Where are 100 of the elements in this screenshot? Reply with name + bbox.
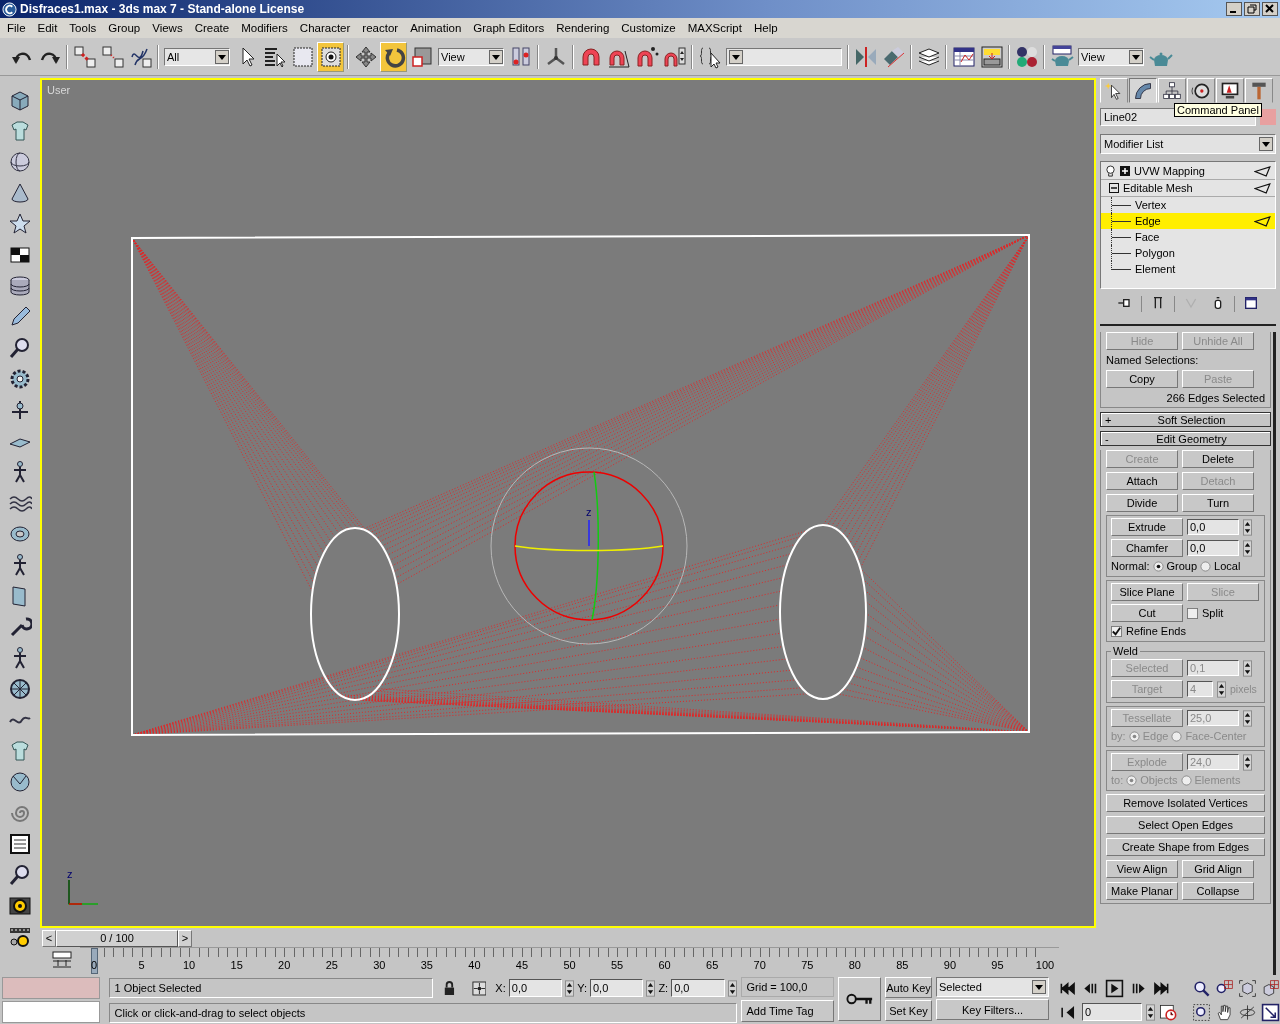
command-button[interactable]: Collapse: [1182, 882, 1254, 900]
triangle-icon[interactable]: [1254, 182, 1271, 194]
current-frame-marker[interactable]: [91, 948, 98, 974]
command-button[interactable]: Make Planar: [1106, 882, 1178, 900]
menu-item[interactable]: Tools: [63, 19, 103, 37]
menu-item[interactable]: Views: [146, 19, 189, 37]
coordinate-field[interactable]: 0,0: [671, 979, 725, 997]
spinner-arrows-icon[interactable]: [646, 979, 656, 997]
command-button[interactable]: Create Shape from Edges: [1106, 838, 1265, 856]
menu-item[interactable]: Help: [747, 19, 784, 37]
region-zoom-icon[interactable]: [1192, 1002, 1211, 1022]
orbit-icon[interactable]: [1238, 1002, 1257, 1022]
command-button[interactable]: View Align: [1106, 860, 1178, 878]
radio-label[interactable]: Local: [1214, 560, 1241, 572]
menu-item[interactable]: Customize: [615, 19, 682, 37]
add-time-tag-button[interactable]: Add Time Tag: [740, 1000, 835, 1022]
absolute-mode-icon[interactable]: [471, 980, 487, 996]
restore-icon[interactable]: [1244, 2, 1260, 16]
key-filters-button[interactable]: Key Filters...: [935, 999, 1050, 1020]
command-button[interactable]: Cut: [1111, 604, 1183, 622]
checkbox[interactable]: [1187, 607, 1198, 619]
radio-label[interactable]: Group: [1166, 560, 1198, 572]
listener-field[interactable]: [2, 1001, 100, 1023]
dropdown-field[interactable]: [726, 47, 842, 66]
command-button[interactable]: Divide: [1106, 494, 1178, 512]
menu-item[interactable]: Create: [188, 19, 236, 37]
subobject-row[interactable]: Vertex: [1101, 197, 1275, 213]
next-button[interactable]: >: [178, 929, 192, 947]
radio-button[interactable]: [1152, 560, 1164, 572]
auto-key-button[interactable]: Auto Key: [885, 977, 932, 998]
menu-item[interactable]: reactor: [356, 19, 405, 37]
menu-item[interactable]: Rendering: [550, 19, 616, 37]
zoom-extents-icon[interactable]: [1238, 978, 1257, 998]
play-icon[interactable]: [1105, 978, 1125, 998]
menu-item[interactable]: Group: [102, 19, 147, 37]
menu-item[interactable]: Modifiers: [235, 19, 294, 37]
spinner-arrows-icon[interactable]: [727, 979, 737, 997]
close-icon[interactable]: [1262, 2, 1278, 16]
menu-item[interactable]: MAXScript: [681, 19, 748, 37]
spinner-arrows-icon[interactable]: [1243, 659, 1252, 677]
spinner-arrows-icon[interactable]: [1146, 1003, 1156, 1021]
hand-pan-icon[interactable]: [1215, 1002, 1234, 1022]
command-button[interactable]: Turn: [1182, 494, 1254, 512]
modifier-label[interactable]: UVW Mapping: [1134, 165, 1250, 177]
command-button[interactable]: Extrude: [1111, 518, 1183, 536]
expand-icon[interactable]: [1120, 166, 1130, 176]
number-field[interactable]: 0,0: [1187, 519, 1239, 535]
menu-item[interactable]: Animation: [404, 19, 468, 37]
rollout-header[interactable]: - Edit Geometry: [1100, 431, 1271, 446]
object-color-swatch[interactable]: [1260, 109, 1276, 125]
spinner-arrows-icon[interactable]: [1243, 709, 1252, 727]
maximize-viewport-icon[interactable]: [1261, 1002, 1280, 1022]
command-button[interactable]: Attach: [1106, 472, 1178, 490]
window-crossing-icon[interactable]: [317, 41, 344, 72]
set-key-button[interactable]: Set Key: [885, 1000, 932, 1021]
set-key-icon[interactable]: [838, 977, 882, 1021]
track-ruler[interactable]: 0 5 10 15 20 25 30 35 40 45 50 55 60 65 70 75 80 85 90 95 100: [80, 947, 1059, 974]
triangle-icon[interactable]: [1254, 215, 1271, 227]
listener-field[interactable]: [2, 977, 100, 999]
checkbox[interactable]: [1111, 625, 1122, 637]
command-button[interactable]: Grid Align: [1182, 860, 1254, 878]
previous-button[interactable]: <: [42, 929, 56, 947]
time-slider-thumb[interactable]: 0 / 100: [56, 929, 178, 947]
subobject-row[interactable]: Edge: [1101, 213, 1275, 229]
subobject-label[interactable]: Element: [1131, 263, 1271, 275]
lightbulb-icon[interactable]: [1105, 164, 1116, 178]
viewport[interactable]: User z z: [40, 78, 1096, 928]
command-button[interactable]: Copy: [1106, 370, 1178, 388]
trackbar-filter-icon[interactable]: [50, 951, 74, 969]
command-button[interactable]: Delete: [1182, 450, 1254, 468]
spinner-arrows-icon[interactable]: [1243, 753, 1252, 771]
dropdown-field[interactable]: View: [438, 47, 504, 66]
number-field[interactable]: 0,0: [1187, 540, 1239, 556]
menu-item[interactable]: File: [1, 19, 32, 37]
triangle-icon[interactable]: [1254, 165, 1271, 177]
coordinate-field[interactable]: 0,0: [589, 979, 644, 997]
spinner-arrows-icon[interactable]: [1243, 539, 1252, 557]
dropdown-field[interactable]: View: [1078, 47, 1144, 66]
frame-field[interactable]: 0: [1082, 1003, 1143, 1021]
command-button[interactable]: Remove Isolated Vertices: [1106, 794, 1265, 812]
subobject-row[interactable]: Face: [1101, 229, 1275, 245]
rollout-header[interactable]: + Soft Selection: [1100, 412, 1271, 427]
zoom-icon[interactable]: [1192, 978, 1211, 998]
command-button[interactable]: Select Open Edges: [1106, 816, 1265, 834]
menu-item[interactable]: Graph Editors: [467, 19, 551, 37]
subobject-row[interactable]: Element: [1101, 261, 1275, 277]
subobject-label[interactable]: Face: [1131, 231, 1271, 243]
minimize-icon[interactable]: [1226, 2, 1242, 16]
spinner-arrows-icon[interactable]: [1217, 680, 1226, 698]
time-configuration-icon[interactable]: [1159, 1002, 1179, 1022]
zoom-extents-all-icon[interactable]: [1261, 978, 1280, 998]
subobject-label[interactable]: Polygon: [1131, 247, 1271, 259]
coordinate-field[interactable]: 0,0: [508, 979, 563, 997]
dropdown-field[interactable]: All: [164, 47, 230, 66]
subobject-label[interactable]: Vertex: [1131, 199, 1271, 211]
subobject-label[interactable]: Edge: [1131, 215, 1254, 227]
collapse-icon[interactable]: [1109, 183, 1119, 193]
key-mode-dropdown[interactable]: Selected: [935, 977, 1050, 997]
menu-item[interactable]: Edit: [31, 19, 64, 37]
spinner-arrows-icon[interactable]: [565, 979, 575, 997]
